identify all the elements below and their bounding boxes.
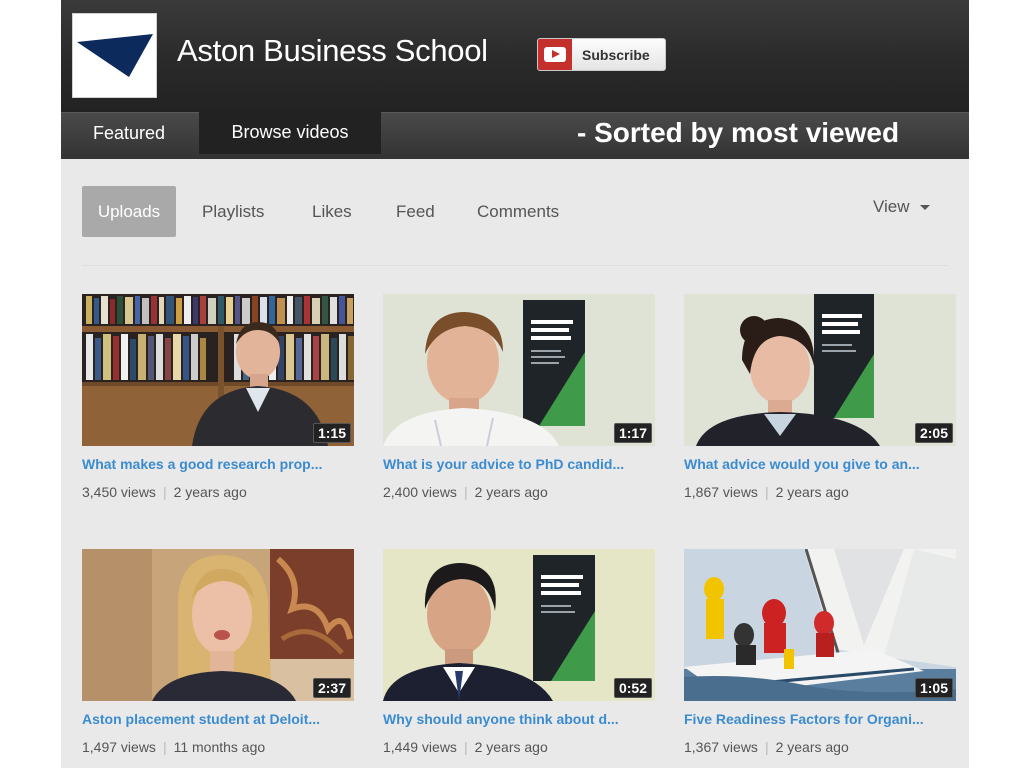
video-views: 1,497 views: [82, 739, 156, 755]
video-meta: 1,867 views | 2 years ago: [684, 484, 849, 500]
meta-separator: |: [162, 739, 167, 755]
subscribe-label: Subscribe: [582, 46, 650, 63]
subnav-comments[interactable]: Comments: [477, 186, 559, 237]
subscribe-button[interactable]: Subscribe: [537, 38, 666, 71]
youtube-icon: [538, 39, 572, 70]
video-title-link[interactable]: Aston placement student at Deloit...: [82, 711, 354, 727]
subnav-playlists[interactable]: Playlists: [202, 186, 264, 237]
video-duration: 1:17: [613, 423, 652, 443]
video-duration: 1:05: [914, 678, 953, 698]
channel-page: Aston Business School Subscribe Featured…: [61, 0, 969, 768]
tab-featured[interactable]: Featured: [61, 113, 197, 153]
view-dropdown[interactable]: View: [873, 197, 930, 217]
video-thumbnail[interactable]: 2:05: [684, 294, 956, 446]
video-age: 2 years ago: [775, 739, 849, 755]
meta-separator: |: [764, 739, 769, 755]
channel-title: Aston Business School: [177, 33, 488, 68]
video-thumbnail[interactable]: 2:37: [82, 549, 354, 701]
meta-separator: |: [764, 484, 769, 500]
video-duration: 2:37: [312, 678, 351, 698]
video-duration: 0:52: [613, 678, 652, 698]
video-meta: 1,367 views | 2 years ago: [684, 739, 849, 755]
video-views: 1,367 views: [684, 739, 758, 755]
meta-separator: |: [463, 484, 468, 500]
subnav-feed[interactable]: Feed: [396, 186, 435, 237]
video-meta: 1,497 views | 11 months ago: [82, 739, 265, 755]
video-meta: 1,449 views | 2 years ago: [383, 739, 548, 755]
channel-logo[interactable]: [72, 13, 157, 98]
channel-header: Aston Business School Subscribe: [61, 0, 969, 112]
tab-browse-videos[interactable]: Browse videos: [199, 111, 381, 154]
video-duration: 1:15: [312, 423, 351, 443]
video-meta: 2,400 views | 2 years ago: [383, 484, 548, 500]
content-subnav: Uploads Playlists Likes Feed Comments Vi…: [61, 186, 969, 238]
video-views: 3,450 views: [82, 484, 156, 500]
divider: [82, 265, 948, 266]
aston-logo-icon: [77, 34, 153, 77]
video-age: 2 years ago: [474, 484, 548, 500]
video-title-link[interactable]: What advice would you give to an...: [684, 456, 956, 472]
video-meta: 3,450 views | 2 years ago: [82, 484, 247, 500]
caret-down-icon: [919, 204, 930, 210]
meta-separator: |: [162, 484, 167, 500]
video-age: 2 years ago: [173, 484, 247, 500]
channel-tab-bar: Featured Browse videos - Sorted by most …: [61, 111, 969, 159]
video-thumbnail[interactable]: 0:52: [383, 549, 655, 701]
video-title-link[interactable]: What is your advice to PhD candid...: [383, 456, 655, 472]
video-thumbnail[interactable]: 1:17: [383, 294, 655, 446]
video-views: 1,867 views: [684, 484, 758, 500]
subnav-uploads[interactable]: Uploads: [82, 186, 176, 237]
meta-separator: |: [463, 739, 468, 755]
video-age: 11 months ago: [173, 739, 266, 755]
video-title-link[interactable]: Why should anyone think about d...: [383, 711, 655, 727]
subnav-likes[interactable]: Likes: [312, 186, 352, 237]
video-age: 2 years ago: [474, 739, 548, 755]
video-duration: 2:05: [914, 423, 953, 443]
video-views: 1,449 views: [383, 739, 457, 755]
video-views: 2,400 views: [383, 484, 457, 500]
video-age: 2 years ago: [775, 484, 849, 500]
video-title-link[interactable]: What makes a good research prop...: [82, 456, 354, 472]
view-label: View: [873, 197, 910, 216]
video-thumbnail[interactable]: 1:05: [684, 549, 956, 701]
video-title-link[interactable]: Five Readiness Factors for Organi...: [684, 711, 956, 727]
sorted-note: - Sorted by most viewed: [577, 117, 900, 148]
video-thumbnail[interactable]: 1:15: [82, 294, 354, 446]
